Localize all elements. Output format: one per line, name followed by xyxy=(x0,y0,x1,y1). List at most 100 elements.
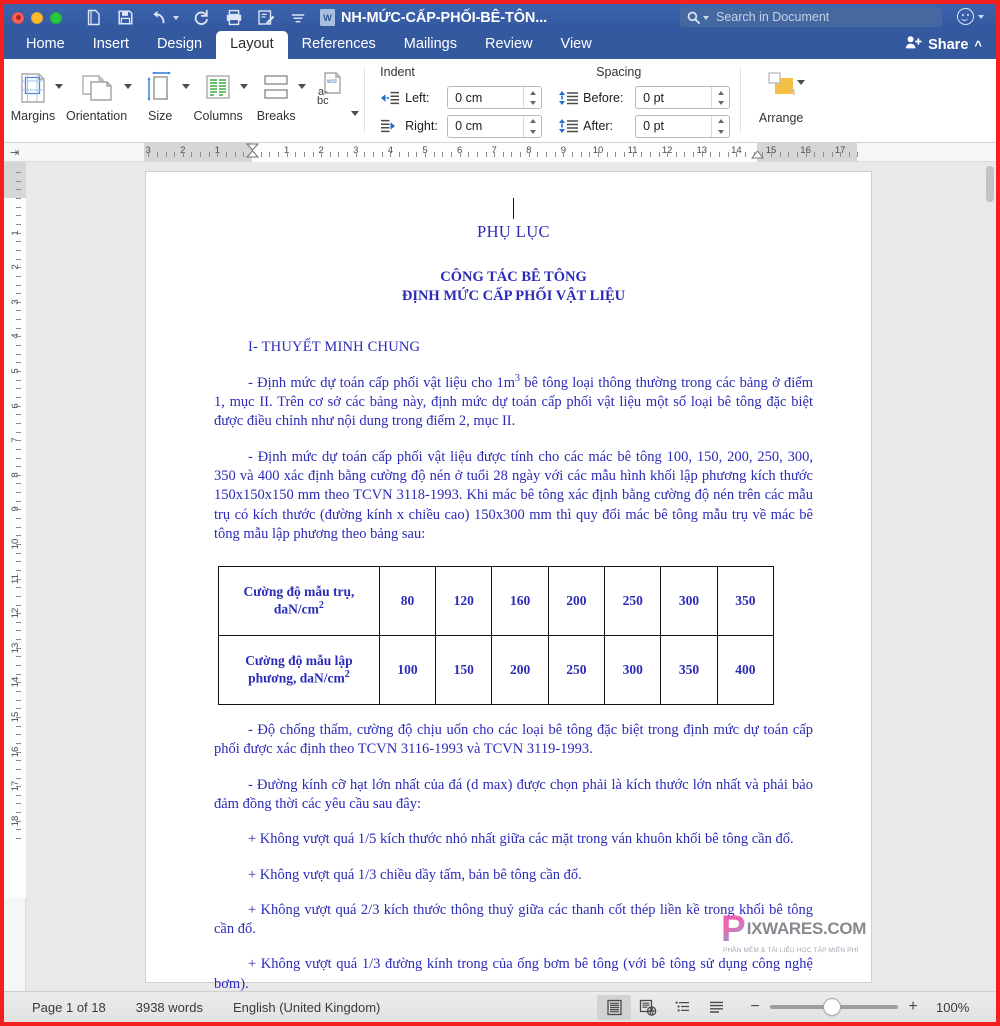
word-file-icon: W xyxy=(320,9,335,26)
columns-icon xyxy=(200,68,236,108)
spacing-before-stepper[interactable] xyxy=(635,86,731,110)
indent-right-input[interactable] xyxy=(448,115,523,137)
vertical-scrollbar-thumb[interactable] xyxy=(986,166,994,202)
tab-insert[interactable]: Insert xyxy=(79,31,143,59)
search-options-caret-icon[interactable] xyxy=(703,16,709,20)
search-in-document-field[interactable]: Search in Document xyxy=(680,7,942,27)
indent-left-spin-arrows[interactable] xyxy=(523,87,541,109)
indent-right-spin-arrows[interactable] xyxy=(523,115,541,137)
zoom-out-button[interactable]: − xyxy=(749,999,761,1015)
tab-review[interactable]: Review xyxy=(471,31,547,59)
print-layout-view-icon[interactable] xyxy=(597,994,631,1020)
vruler-tick xyxy=(16,665,21,666)
spacing-after-stepper[interactable] xyxy=(635,114,731,138)
spacing-after-spin-arrows[interactable] xyxy=(711,115,729,137)
spacing-before-input[interactable] xyxy=(636,87,711,109)
first-line-indent-marker[interactable] xyxy=(245,143,260,162)
breaks-label: Breaks xyxy=(256,109,296,123)
right-indent-marker[interactable] xyxy=(750,150,765,162)
smiley-face-icon[interactable] xyxy=(957,8,974,25)
arrange-button[interactable]: Arrange xyxy=(748,59,814,142)
ruler-tick xyxy=(667,152,668,157)
ruler-tick xyxy=(460,152,461,157)
vruler-tick xyxy=(16,293,21,294)
vruler-tick xyxy=(16,734,21,735)
table-row-header: Cường độ mẫu lập phương, daN/cm2 xyxy=(218,635,380,706)
draft-view-icon[interactable] xyxy=(699,995,733,1020)
web-layout-view-icon[interactable] xyxy=(631,995,665,1020)
page-content[interactable]: PHỤ LỤC CÔNG TÁC BÊ TÔNG ĐỊNH MỨC CẤP PH… xyxy=(146,172,871,991)
save-icon[interactable] xyxy=(116,8,135,27)
spacing-after-input[interactable] xyxy=(636,115,711,137)
orientation-button[interactable]: Orientation xyxy=(62,63,133,123)
tab-home[interactable]: Home xyxy=(12,31,79,59)
customize-toolbar-icon[interactable] xyxy=(288,8,307,27)
outline-view-icon[interactable] xyxy=(665,995,699,1020)
tab-view[interactable]: View xyxy=(547,31,606,59)
redo-icon[interactable] xyxy=(192,8,211,27)
margins-button[interactable]: Margins xyxy=(4,63,63,123)
ruler-tick xyxy=(486,152,487,157)
page-count-status[interactable]: Page 1 of 18 xyxy=(32,1000,106,1015)
print-icon[interactable] xyxy=(224,8,243,27)
document-page[interactable]: PHỤ LỤC CÔNG TÁC BÊ TÔNG ĐỊNH MỨC CẤP PH… xyxy=(146,172,871,991)
spacing-before-spin-arrows[interactable] xyxy=(711,87,729,109)
size-button[interactable]: Size xyxy=(131,63,191,123)
new-document-icon[interactable] xyxy=(84,8,103,27)
ruler-tick xyxy=(607,152,608,157)
share-button[interactable]: Share ^ xyxy=(905,35,982,55)
vruler-tick xyxy=(16,821,21,822)
hyphenation-button[interactable]: wrd a- bc xyxy=(305,63,360,116)
horizontal-ruler[interactable]: ⇥ 3 2 1 1 2 3 4 5 6 7 8 9 10 11 12 13 14 15 16 17 xyxy=(4,143,996,162)
collapse-ribbon-chevron-icon[interactable]: ^ xyxy=(974,38,982,53)
vruler-tick xyxy=(16,354,21,355)
vruler-tick xyxy=(16,509,21,510)
ruler-tick xyxy=(503,152,504,157)
track-changes-icon[interactable] xyxy=(256,8,275,27)
arrange-dropdown-caret-icon[interactable] xyxy=(797,80,806,85)
ruler-tick xyxy=(356,152,357,157)
indent-left-stepper[interactable] xyxy=(447,86,543,110)
chevron-down-icon[interactable] xyxy=(978,14,984,19)
ruler-tick xyxy=(676,152,677,157)
ruler-tick xyxy=(702,152,703,157)
vruler-tick xyxy=(16,406,21,407)
vruler-tick xyxy=(16,259,21,260)
undo-icon[interactable] xyxy=(148,8,167,27)
ruler-tick xyxy=(321,152,322,157)
breaks-button[interactable]: Breaks xyxy=(247,63,307,123)
close-window-button[interactable] xyxy=(12,11,24,24)
minimize-window-button[interactable] xyxy=(31,11,43,24)
zoom-control[interactable]: − + 100% xyxy=(749,999,974,1015)
document-canvas[interactable]: PHỤ LỤC CÔNG TÁC BÊ TÔNG ĐỊNH MỨC CẤP PH… xyxy=(26,162,996,991)
zoom-slider[interactable] xyxy=(770,999,898,1015)
vertical-scrollbar[interactable] xyxy=(986,166,994,987)
undo-dropdown-caret-icon[interactable] xyxy=(173,15,179,20)
indent-right-stepper[interactable] xyxy=(447,114,543,138)
zoom-in-button[interactable]: + xyxy=(907,999,919,1015)
vruler-tick xyxy=(16,769,21,770)
columns-button[interactable]: Columns xyxy=(189,63,249,123)
word-count-status[interactable]: 3938 words xyxy=(136,1000,203,1015)
zoom-slider-knob[interactable] xyxy=(824,999,840,1015)
indent-right-label: Right: xyxy=(405,119,438,134)
language-status[interactable]: English (United Kingdom) xyxy=(233,1000,380,1015)
feedback-menu[interactable] xyxy=(957,8,984,25)
concrete-grade-table[interactable]: Cường độ mẫu trụ, daN/cm2 80 120 160 200 250 30… xyxy=(218,566,775,706)
hyphenation-dropdown-caret-icon[interactable] xyxy=(351,111,360,116)
vruler-tick xyxy=(16,362,21,363)
tab-layout[interactable]: Layout xyxy=(216,31,288,59)
indent-left-input[interactable] xyxy=(448,87,523,109)
vertical-ruler[interactable]: 123456789101112131415161718 xyxy=(4,162,26,991)
vruler-tick xyxy=(16,803,21,804)
vruler-tick xyxy=(16,215,21,216)
ruler-tick xyxy=(390,152,391,157)
tab-references[interactable]: References xyxy=(288,31,390,59)
tab-design[interactable]: Design xyxy=(143,31,216,59)
zoom-percentage[interactable]: 100% xyxy=(936,1000,974,1015)
size-icon xyxy=(142,68,178,108)
paragraph-group: Indent Left: Right: xyxy=(372,59,731,142)
maximize-window-button[interactable] xyxy=(50,11,62,24)
ruler-tick xyxy=(174,152,175,157)
tab-mailings[interactable]: Mailings xyxy=(390,31,471,59)
